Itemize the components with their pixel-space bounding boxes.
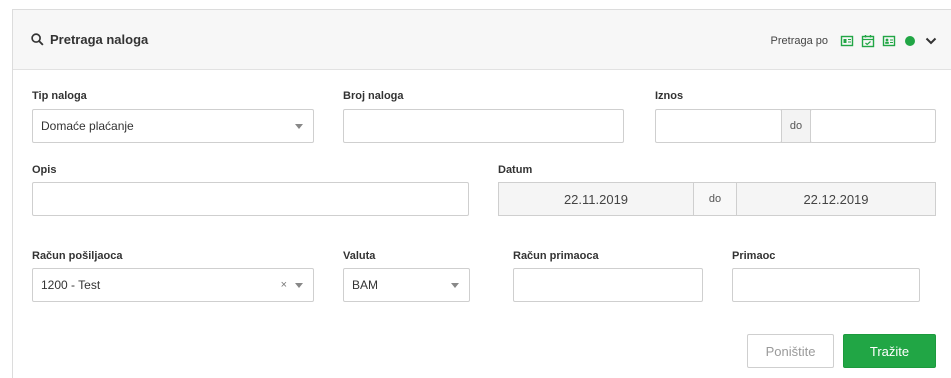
chevron-down-icon[interactable] [924, 34, 938, 48]
search-by-label: Pretraga po [770, 35, 828, 47]
dropdown-arrow-icon [295, 124, 303, 129]
search-icon [31, 33, 44, 46]
opis-label: Opis [32, 164, 57, 176]
calendar-icon[interactable] [861, 34, 875, 48]
green-dot-icon[interactable] [903, 34, 917, 48]
iznos-to-input[interactable] [810, 109, 936, 143]
opis-input[interactable] [32, 182, 469, 216]
clear-icon[interactable]: × [281, 279, 287, 291]
dropdown-arrow-icon [451, 283, 459, 288]
valuta-select[interactable]: BAM [343, 268, 470, 302]
racun-posiljaoca-label: Račun pošiljaoca [32, 250, 123, 262]
valuta-label: Valuta [343, 250, 376, 262]
racun-primaoca-label: Račun primaoca [513, 250, 599, 262]
search-by-toolbar: Pretraga po [771, 34, 938, 48]
search-button[interactable]: Tražite [843, 334, 936, 368]
tip-naloga-label: Tip naloga [32, 90, 87, 102]
id-card-icon[interactable] [882, 34, 896, 48]
datum-from-input[interactable]: 22.11.2019 [498, 182, 694, 216]
reset-button[interactable]: Poništite [747, 334, 834, 368]
broj-naloga-label: Broj naloga [343, 90, 404, 102]
datum-separator: do [693, 182, 737, 216]
iznos-from-input[interactable] [655, 109, 782, 143]
datum-to-input[interactable]: 22.12.2019 [736, 182, 936, 216]
card-icon[interactable] [840, 34, 854, 48]
datum-label: Datum [498, 164, 533, 176]
panel-header: Pretraga naloga Pretraga po [13, 10, 951, 70]
tip-naloga-select[interactable]: Domaće plaćanje [32, 109, 314, 143]
racun-posiljaoca-select[interactable]: 1200 - Test × [32, 268, 314, 302]
tip-naloga-value: Domaće plaćanje [41, 119, 134, 133]
racun-primaoca-input[interactable] [513, 268, 703, 302]
broj-naloga-input[interactable] [343, 109, 624, 143]
panel-title[interactable]: Pretraga naloga [31, 32, 148, 47]
dropdown-arrow-icon [295, 283, 303, 288]
primaoc-label: Primaoc [732, 250, 776, 262]
primaoc-input[interactable] [732, 268, 920, 302]
iznos-separator: do [781, 109, 811, 143]
valuta-value: BAM [352, 278, 379, 292]
iznos-label: Iznos [655, 90, 684, 102]
panel-title-text: Pretraga naloga [50, 32, 149, 47]
racun-posiljaoca-value: 1200 - Test [41, 278, 101, 292]
